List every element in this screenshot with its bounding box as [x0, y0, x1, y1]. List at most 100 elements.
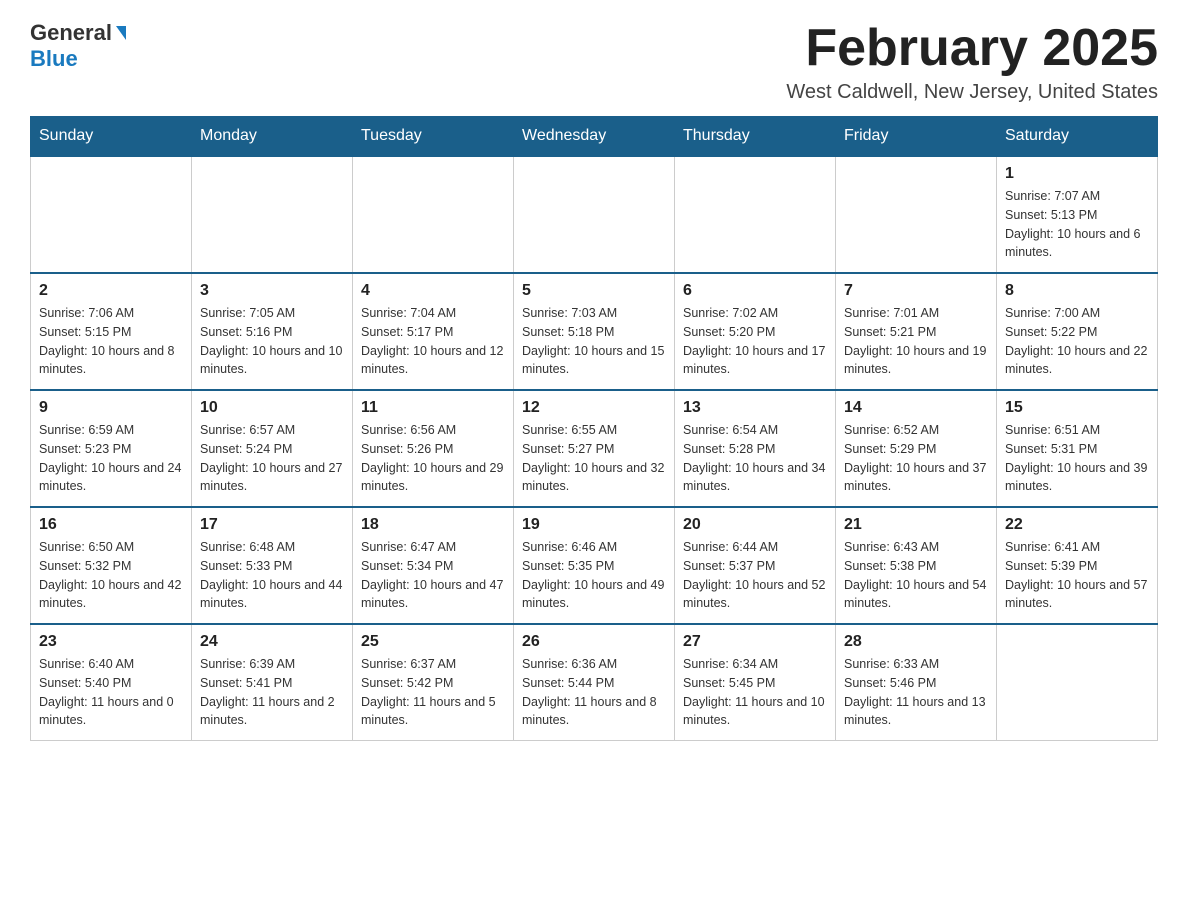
- day-number: 26: [522, 633, 666, 651]
- day-number: 15: [1005, 399, 1149, 417]
- calendar-cell: 8 Sunrise: 7:00 AMSunset: 5:22 PMDaylight…: [997, 273, 1158, 390]
- day-number: 28: [844, 633, 988, 651]
- day-number: 2: [39, 282, 183, 300]
- calendar-cell: 12 Sunrise: 6:55 AMSunset: 5:27 PMDayligh…: [514, 390, 675, 507]
- day-number: 22: [1005, 516, 1149, 534]
- logo-blue-text: Blue: [30, 46, 78, 72]
- day-info: Sunrise: 7:01 AMSunset: 5:21 PMDaylight:…: [844, 304, 988, 379]
- calendar-cell: 10 Sunrise: 6:57 AMSunset: 5:24 PMDayligh…: [192, 390, 353, 507]
- weekday-header-sunday: Sunday: [31, 117, 192, 157]
- week-row-4: 16Sunrise: 6:50 AMSunset: 5:32 PMDayligh…: [31, 507, 1158, 624]
- weekday-header-tuesday: Tuesday: [353, 117, 514, 157]
- day-info: Sunrise: 6:47 AMSunset: 5:34 PMDaylight:…: [361, 538, 505, 613]
- day-number: 5: [522, 282, 666, 300]
- calendar-cell: 23 Sunrise: 6:40 AMSunset: 5:40 PMDayligh…: [31, 624, 192, 741]
- day-info: Sunrise: 7:04 AMSunset: 5:17 PMDaylight:…: [361, 304, 505, 379]
- day-number: 17: [200, 516, 344, 534]
- day-info: Sunrise: 6:41 AMSunset: 5:39 PMDaylight:…: [1005, 538, 1149, 613]
- day-number: 12: [522, 399, 666, 417]
- day-info: Sunrise: 6:43 AMSunset: 5:38 PMDaylight:…: [844, 538, 988, 613]
- day-number: 10: [200, 399, 344, 417]
- day-info: Sunrise: 6:46 AMSunset: 5:35 PMDaylight:…: [522, 538, 666, 613]
- day-info: Sunrise: 6:55 AMSunset: 5:27 PMDaylight:…: [522, 421, 666, 496]
- week-row-2: 2 Sunrise: 7:06 AMSunset: 5:15 PMDaylight…: [31, 273, 1158, 390]
- day-number: 8: [1005, 282, 1149, 300]
- calendar-cell: 5Sunrise: 7:03 AMSunset: 5:18 PMDaylight…: [514, 273, 675, 390]
- week-row-1: 1 Sunrise: 7:07 AMSunset: 5:13 PMDaylight…: [31, 156, 1158, 273]
- day-info: Sunrise: 7:05 AMSunset: 5:16 PMDaylight:…: [200, 304, 344, 379]
- calendar-cell: 19 Sunrise: 6:46 AMSunset: 5:35 PMDayligh…: [514, 507, 675, 624]
- calendar-cell: 25 Sunrise: 6:37 AMSunset: 5:42 PMDayligh…: [353, 624, 514, 741]
- day-info: Sunrise: 7:06 AMSunset: 5:15 PMDaylight:…: [39, 304, 183, 379]
- calendar-cell: 3Sunrise: 7:05 AMSunset: 5:16 PMDaylight…: [192, 273, 353, 390]
- day-info: Sunrise: 6:57 AMSunset: 5:24 PMDaylight:…: [200, 421, 344, 496]
- day-info: Sunrise: 7:02 AMSunset: 5:20 PMDaylight:…: [683, 304, 827, 379]
- calendar-cell: [353, 156, 514, 273]
- day-info: Sunrise: 6:39 AMSunset: 5:41 PMDaylight:…: [200, 655, 344, 730]
- day-number: 13: [683, 399, 827, 417]
- day-info: Sunrise: 6:36 AMSunset: 5:44 PMDaylight:…: [522, 655, 666, 730]
- calendar-cell: 26 Sunrise: 6:36 AMSunset: 5:44 PMDayligh…: [514, 624, 675, 741]
- day-number: 14: [844, 399, 988, 417]
- calendar-cell: 6 Sunrise: 7:02 AMSunset: 5:20 PMDaylight…: [675, 273, 836, 390]
- day-number: 18: [361, 516, 505, 534]
- day-info: Sunrise: 6:44 AMSunset: 5:37 PMDaylight:…: [683, 538, 827, 613]
- calendar-cell: 13Sunrise: 6:54 AMSunset: 5:28 PMDayligh…: [675, 390, 836, 507]
- day-info: Sunrise: 6:56 AMSunset: 5:26 PMDaylight:…: [361, 421, 505, 496]
- calendar-cell: [514, 156, 675, 273]
- weekday-header-monday: Monday: [192, 117, 353, 157]
- day-number: 11: [361, 399, 505, 417]
- day-number: 20: [683, 516, 827, 534]
- calendar-cell: [192, 156, 353, 273]
- calendar-cell: 11 Sunrise: 6:56 AMSunset: 5:26 PMDayligh…: [353, 390, 514, 507]
- day-info: Sunrise: 7:07 AMSunset: 5:13 PMDaylight:…: [1005, 187, 1149, 262]
- day-info: Sunrise: 7:00 AMSunset: 5:22 PMDaylight:…: [1005, 304, 1149, 379]
- week-row-3: 9 Sunrise: 6:59 AMSunset: 5:23 PMDaylight…: [31, 390, 1158, 507]
- day-number: 1: [1005, 165, 1149, 183]
- day-number: 27: [683, 633, 827, 651]
- day-number: 9: [39, 399, 183, 417]
- calendar-cell: [997, 624, 1158, 741]
- calendar-cell: 15 Sunrise: 6:51 AMSunset: 5:31 PMDayligh…: [997, 390, 1158, 507]
- page-header: General Blue February 2025 West Caldwell…: [30, 20, 1158, 104]
- day-info: Sunrise: 6:33 AMSunset: 5:46 PMDaylight:…: [844, 655, 988, 730]
- day-info: Sunrise: 6:50 AMSunset: 5:32 PMDaylight:…: [39, 538, 183, 613]
- day-number: 6: [683, 282, 827, 300]
- day-info: Sunrise: 6:48 AMSunset: 5:33 PMDaylight:…: [200, 538, 344, 613]
- day-number: 25: [361, 633, 505, 651]
- calendar-cell: [675, 156, 836, 273]
- day-info: Sunrise: 6:34 AMSunset: 5:45 PMDaylight:…: [683, 655, 827, 730]
- calendar-cell: 2 Sunrise: 7:06 AMSunset: 5:15 PMDaylight…: [31, 273, 192, 390]
- day-number: 7: [844, 282, 988, 300]
- calendar-cell: 21Sunrise: 6:43 AMSunset: 5:38 PMDayligh…: [836, 507, 997, 624]
- calendar-cell: 24 Sunrise: 6:39 AMSunset: 5:41 PMDayligh…: [192, 624, 353, 741]
- logo-arrow-icon: [116, 26, 126, 40]
- calendar-subtitle: West Caldwell, New Jersey, United States: [786, 81, 1158, 104]
- day-number: 23: [39, 633, 183, 651]
- week-row-5: 23 Sunrise: 6:40 AMSunset: 5:40 PMDayligh…: [31, 624, 1158, 741]
- day-number: 4: [361, 282, 505, 300]
- calendar-cell: 28 Sunrise: 6:33 AMSunset: 5:46 PMDayligh…: [836, 624, 997, 741]
- calendar-cell: 7 Sunrise: 7:01 AMSunset: 5:21 PMDaylight…: [836, 273, 997, 390]
- weekday-header-row: SundayMondayTuesdayWednesdayThursdayFrid…: [31, 117, 1158, 157]
- calendar-cell: 22 Sunrise: 6:41 AMSunset: 5:39 PMDayligh…: [997, 507, 1158, 624]
- title-section: February 2025 West Caldwell, New Jersey,…: [786, 20, 1158, 104]
- day-info: Sunrise: 6:59 AMSunset: 5:23 PMDaylight:…: [39, 421, 183, 496]
- calendar-title: February 2025: [786, 20, 1158, 77]
- calendar-cell: 16Sunrise: 6:50 AMSunset: 5:32 PMDayligh…: [31, 507, 192, 624]
- day-number: 19: [522, 516, 666, 534]
- day-number: 24: [200, 633, 344, 651]
- day-info: Sunrise: 6:37 AMSunset: 5:42 PMDaylight:…: [361, 655, 505, 730]
- weekday-header-saturday: Saturday: [997, 117, 1158, 157]
- calendar-cell: 9 Sunrise: 6:59 AMSunset: 5:23 PMDaylight…: [31, 390, 192, 507]
- calendar-cell: 1 Sunrise: 7:07 AMSunset: 5:13 PMDaylight…: [997, 156, 1158, 273]
- calendar-cell: [31, 156, 192, 273]
- weekday-header-wednesday: Wednesday: [514, 117, 675, 157]
- calendar-cell: 18 Sunrise: 6:47 AMSunset: 5:34 PMDayligh…: [353, 507, 514, 624]
- weekday-header-friday: Friday: [836, 117, 997, 157]
- day-info: Sunrise: 6:51 AMSunset: 5:31 PMDaylight:…: [1005, 421, 1149, 496]
- day-info: Sunrise: 6:40 AMSunset: 5:40 PMDaylight:…: [39, 655, 183, 730]
- calendar-cell: 14Sunrise: 6:52 AMSunset: 5:29 PMDayligh…: [836, 390, 997, 507]
- calendar-cell: 17 Sunrise: 6:48 AMSunset: 5:33 PMDayligh…: [192, 507, 353, 624]
- logo: General Blue: [30, 20, 128, 72]
